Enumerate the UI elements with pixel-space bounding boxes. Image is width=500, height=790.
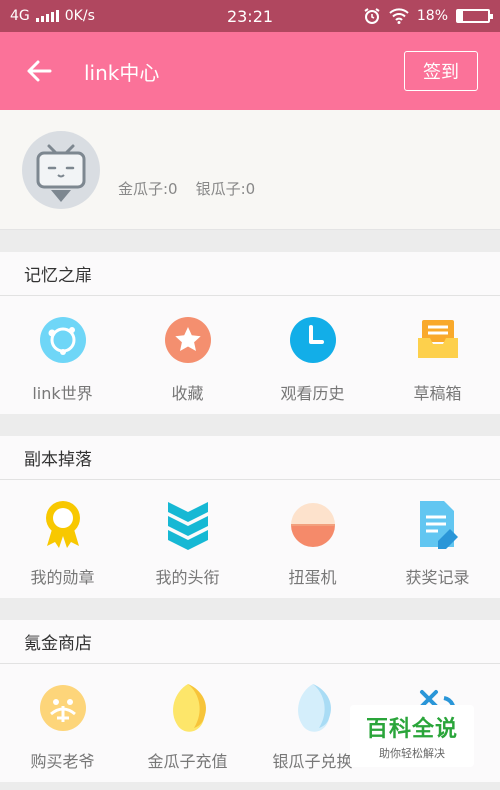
star-icon xyxy=(162,314,214,366)
section-memory-gate: 记忆之扉 link世界 收藏 观看历史 草稿箱 xyxy=(0,252,500,414)
grid-item-label: 扭蛋机 xyxy=(288,568,337,587)
battery-percent: 18% xyxy=(416,8,448,24)
grid-item-award-records[interactable]: 获奖记录 xyxy=(375,480,500,598)
grid-item-label: 观看历史 xyxy=(280,384,345,403)
grid-item-label: link世界 xyxy=(32,384,93,403)
grid-item-label: 银瓜子兑换 xyxy=(272,752,353,771)
grid-item-history[interactable]: 观看历史 xyxy=(250,296,375,414)
vip-icon xyxy=(37,682,89,734)
app-bar: link中心 签到 xyxy=(0,32,500,110)
wifi-icon xyxy=(389,8,409,24)
award-record-icon xyxy=(412,498,464,550)
grid-item-label: 金瓜子充值 xyxy=(147,752,228,771)
section-grid: link世界 收藏 观看历史 草稿箱 xyxy=(0,296,500,414)
clock-icon xyxy=(287,314,339,366)
grid-item-gacha[interactable]: 扭蛋机 xyxy=(250,480,375,598)
grid-item-drafts[interactable]: 草稿箱 xyxy=(375,296,500,414)
status-right: 18% xyxy=(363,7,493,25)
profile-card: 金瓜子:0 银瓜子:0 xyxy=(0,110,500,230)
back-arrow-icon[interactable] xyxy=(24,56,54,86)
avatar[interactable] xyxy=(22,130,100,209)
checkin-button[interactable]: 签到 xyxy=(404,51,478,91)
signal-icon xyxy=(35,10,59,22)
grid-item-favorites[interactable]: 收藏 xyxy=(125,296,250,414)
network-speed: 0K/s xyxy=(64,8,95,24)
silver-seed-icon xyxy=(287,682,339,734)
tv-mascot-icon xyxy=(36,144,86,202)
grid-item-label: 我的头衔 xyxy=(155,568,220,587)
grid-item-label: 购买老爷 xyxy=(30,752,95,771)
section-title: 记忆之扉 xyxy=(0,252,500,296)
watermark-slogan: 助你轻松解决 xyxy=(379,747,445,760)
section-dungeon-drops: 副本掉落 我的勋章 我的头衔 扭蛋机 获奖记录 xyxy=(0,436,500,598)
coin-balances: 金瓜子:0 银瓜子:0 xyxy=(118,178,255,199)
watermark-logo: 百科全说 助你轻松解决 xyxy=(350,705,474,767)
planet-icon xyxy=(37,314,89,366)
grid-item-label: 获奖记录 xyxy=(405,568,470,587)
alarm-icon xyxy=(364,8,380,24)
page-title: link中心 xyxy=(84,60,160,85)
drafts-icon xyxy=(412,314,464,366)
grid-item-label: 草稿箱 xyxy=(413,384,462,403)
status-left: 4G 0K/s xyxy=(10,8,95,24)
grid-item-medals[interactable]: 我的勋章 xyxy=(0,480,125,598)
watermark-brand: 百科全说 xyxy=(365,717,458,742)
grid-item-gold-recharge[interactable]: 金瓜子充值 xyxy=(125,664,250,782)
section-title: 副本掉落 xyxy=(0,436,500,480)
gold-seed-icon xyxy=(162,682,214,734)
grid-item-buy-vip[interactable]: 购买老爷 xyxy=(0,664,125,782)
section-title: 氪金商店 xyxy=(0,620,500,664)
medal-icon xyxy=(37,498,89,550)
battery-icon xyxy=(456,9,493,23)
section-grid: 我的勋章 我的头衔 扭蛋机 获奖记录 xyxy=(0,480,500,598)
gacha-egg-icon xyxy=(287,498,339,550)
status-bar: 4G 0K/s 23:21 18% xyxy=(0,0,500,32)
silver-balance: 银瓜子:0 xyxy=(195,180,256,198)
grid-item-label: 我的勋章 xyxy=(30,568,95,587)
grid-item-titles[interactable]: 我的头衔 xyxy=(125,480,250,598)
chevron-rank-icon xyxy=(162,498,214,550)
grid-item-link-world[interactable]: link世界 xyxy=(0,296,125,414)
gold-balance: 金瓜子:0 xyxy=(118,180,178,198)
network-type: 4G xyxy=(10,8,30,24)
grid-item-label: 收藏 xyxy=(171,384,204,403)
